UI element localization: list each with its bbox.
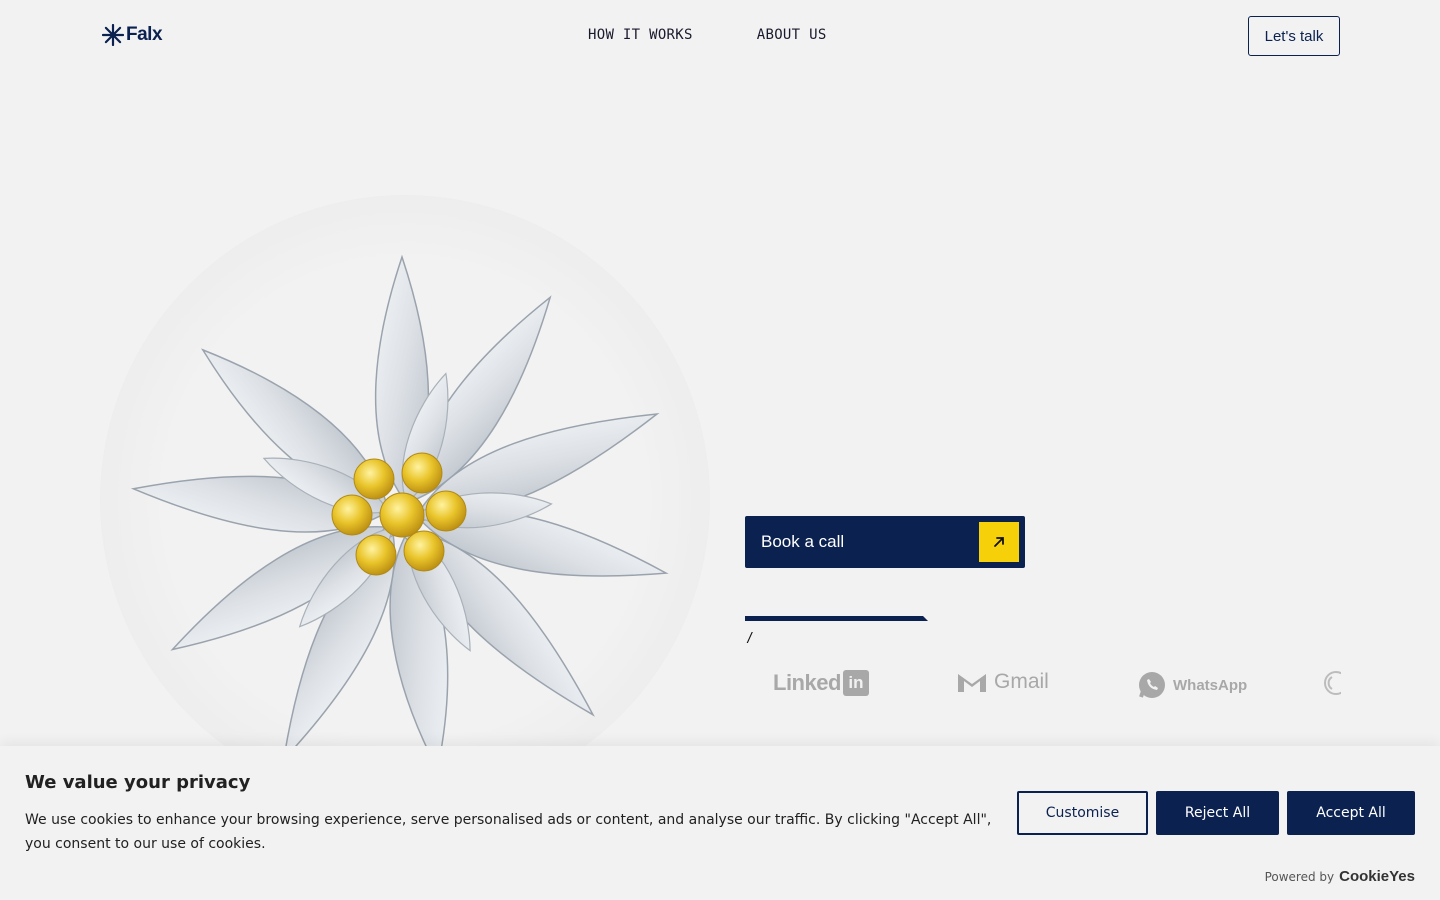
partial-logo — [1323, 670, 1341, 696]
customise-button[interactable]: Customise — [1017, 791, 1148, 835]
nav-how-it-works[interactable]: HOW IT WORKS — [588, 27, 693, 43]
gmail-label: Gmail — [994, 670, 1049, 693]
integration-logos: Linked in Gmail WhatsApp — [745, 664, 1341, 708]
gmail-icon — [958, 674, 986, 692]
powered-by[interactable]: Powered by CookieYes — [1265, 868, 1415, 885]
cookie-title: We value your privacy — [25, 772, 251, 793]
arrow-up-right-icon — [979, 522, 1019, 562]
edelweiss-illustration — [80, 195, 730, 805]
cookie-banner: We value your privacy We use cookies to … — [0, 746, 1440, 900]
linkedin-label: Linked — [773, 670, 841, 695]
site-header: Falx HOW IT WORKS ABOUT US Let's talk — [0, 0, 1440, 72]
linkedin-in-icon: in — [842, 670, 869, 696]
cookie-description: We use cookies to enhance your browsing … — [25, 812, 992, 852]
powered-by-label: Powered by — [1264, 869, 1335, 884]
slide-counter: / — [746, 631, 754, 646]
progress-bar — [745, 616, 928, 621]
book-a-call-label: Book a call — [761, 532, 845, 551]
lets-talk-button[interactable]: Let's talk — [1248, 16, 1340, 56]
book-a-call-button[interactable]: Book a call — [745, 516, 1025, 568]
whatsapp-label: WhatsApp — [1173, 676, 1248, 694]
whatsapp-icon — [1139, 672, 1165, 698]
whatsapp-logo: WhatsApp — [1137, 670, 1247, 700]
main-nav: HOW IT WORKS ABOUT US — [588, 27, 827, 43]
logo[interactable]: Falx — [102, 24, 163, 46]
cookieyes-brand: CookieYes — [1339, 868, 1415, 885]
gmail-logo: Gmail — [956, 670, 1049, 694]
flower-svg — [130, 254, 669, 755]
reject-all-button[interactable]: Reject All — [1156, 791, 1279, 835]
nav-about-us[interactable]: ABOUT US — [757, 27, 827, 43]
logo-text: Falx — [126, 24, 163, 45]
circle-logo-icon — [1324, 671, 1341, 695]
linkedin-logo: Linked in — [773, 670, 869, 696]
accept-all-button[interactable]: Accept All — [1287, 791, 1415, 835]
snowflake-logo-icon — [102, 24, 124, 46]
